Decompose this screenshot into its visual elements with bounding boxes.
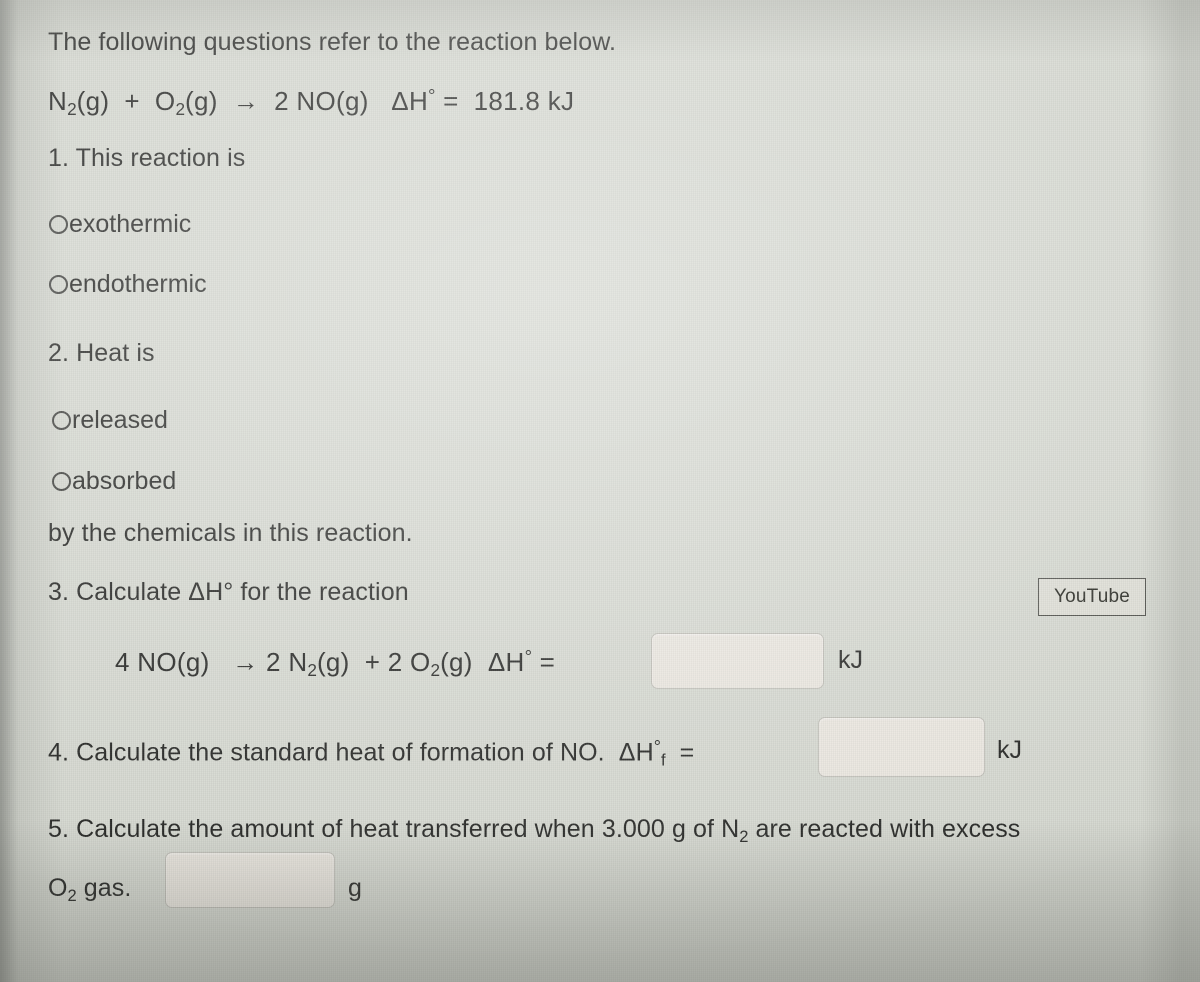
q4-delta-h-symbol: ΔH — [618, 738, 654, 767]
q3-product-2-state: (g) — [440, 646, 473, 677]
reactant-1-subscript: 2 — [67, 99, 77, 119]
reactant-2-subscript: 2 — [175, 99, 185, 119]
q4-equals-sign: = — [679, 738, 695, 767]
radio-option-released[interactable]: released — [52, 408, 168, 433]
q3-reactant-formula: NO — [137, 646, 177, 677]
question-3-prompt: 3. Calculate ΔH° for the reaction — [48, 578, 409, 606]
q5-oxygen-formula: O — [48, 874, 68, 902]
question-5-prompt-line-1: 5. Calculate the amount of heat transfer… — [48, 815, 1021, 846]
q3-reactant-coefficient: 4 — [115, 646, 130, 677]
q3-plus-sign: + — [364, 646, 381, 677]
photographed-screen: The following questions refer to the rea… — [0, 0, 1200, 982]
radio-option-exothermic[interactable]: exothermic — [49, 212, 191, 237]
question-5-answer-input[interactable] — [165, 852, 335, 908]
question-1-prompt: 1. This reaction is — [48, 144, 246, 172]
q4-degree-symbol: ° — [653, 737, 661, 757]
radio-option-label: absorbed — [72, 467, 177, 495]
equals-sign: = — [443, 85, 459, 116]
q3-reaction-arrow-icon: → — [232, 646, 259, 677]
reactant-1-formula: N — [48, 85, 68, 116]
q3-product-1-subscript: 2 — [307, 660, 317, 680]
q3-product-1-state: (g) — [316, 646, 350, 677]
product-state: (g) — [336, 85, 369, 116]
main-reaction-equation: N2(g) + O2(g) → 2 NO(g) ΔH° = 181.8 kJ — [48, 85, 575, 119]
q3-delta-h-symbol: ΔH — [487, 646, 525, 677]
q5-gas-text: gas. — [76, 874, 132, 902]
question-3-equation: 4 NO(g) → 2 N2(g) + 2 O2(g) ΔH° = — [115, 646, 556, 680]
degree-symbol: ° — [428, 85, 436, 106]
delta-h-symbol: ΔH — [391, 85, 429, 116]
q4-f-subscript: f — [660, 751, 666, 770]
q3-reactant-state: (g) — [176, 646, 210, 677]
product-formula: NO — [296, 85, 337, 116]
question-4-answer-input[interactable] — [818, 717, 985, 777]
reaction-arrow-icon: → — [232, 85, 260, 116]
q3-product-1-formula: N — [288, 646, 308, 677]
question-3-answer-unit: kJ — [838, 646, 863, 674]
radio-option-label: exothermic — [69, 210, 192, 238]
radio-circle-icon[interactable] — [52, 472, 71, 491]
q5-prompt-text-part-1: 5. Calculate the amount of heat transfer… — [48, 815, 740, 843]
question-5-answer-unit: g — [348, 874, 362, 902]
reactant-2-formula: O — [154, 85, 176, 116]
youtube-button-label: YouTube — [1053, 586, 1131, 607]
radio-option-label: endothermic — [69, 270, 207, 298]
intro-text: The following questions refer to the rea… — [48, 28, 617, 56]
radio-option-label: released — [72, 406, 168, 434]
question-5-prompt-line-2: O2 gas. — [48, 874, 132, 905]
question-4-prompt: 4. Calculate the standard heat of format… — [48, 738, 694, 769]
plus-sign: + — [124, 85, 140, 116]
radio-circle-icon[interactable] — [49, 275, 68, 294]
radio-option-absorbed[interactable]: absorbed — [52, 469, 176, 494]
product-coefficient: 2 — [274, 85, 289, 116]
q3-product-2-subscript: 2 — [430, 660, 441, 680]
q3-product-1-coefficient: 2 — [266, 646, 281, 677]
q4-prompt-text: 4. Calculate the standard heat of format… — [48, 738, 605, 767]
worksheet-content: The following questions refer to the rea… — [0, 0, 1200, 982]
q3-degree-symbol: ° — [524, 646, 533, 667]
q5-prompt-text-part-2: are reacted with excess — [748, 815, 1021, 843]
q3-product-2-formula: O — [410, 646, 431, 677]
q3-equals-sign: = — [539, 646, 556, 677]
question-3-answer-input[interactable] — [651, 633, 824, 689]
reactant-2-state: (g) — [185, 85, 218, 116]
question-2-trailer: by the chemicals in this reaction. — [48, 519, 413, 547]
q3-product-2-coefficient: 2 — [387, 646, 403, 677]
question-4-answer-unit: kJ — [997, 736, 1022, 764]
question-2-prompt: 2. Heat is — [48, 339, 155, 367]
enthalpy-value: 181.8 kJ — [473, 85, 575, 116]
radio-circle-icon[interactable] — [52, 411, 71, 430]
radio-circle-icon[interactable] — [49, 215, 68, 234]
youtube-button[interactable]: YouTube — [1038, 578, 1146, 616]
q5-oxygen-subscript: 2 — [67, 886, 77, 905]
radio-option-endothermic[interactable]: endothermic — [49, 272, 207, 297]
reactant-1-state: (g) — [76, 85, 110, 116]
